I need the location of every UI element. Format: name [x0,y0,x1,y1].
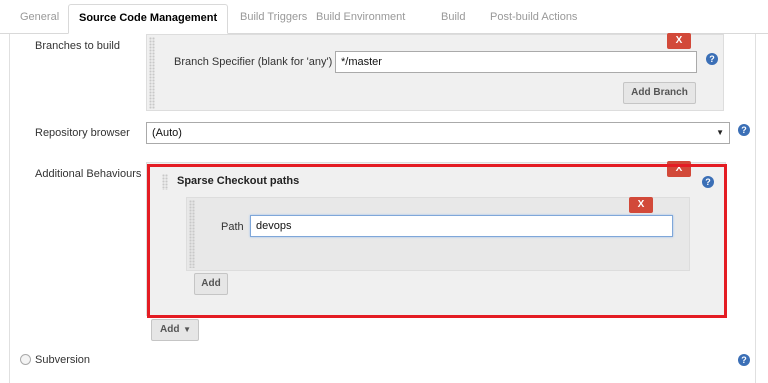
subversion-label: Subversion [35,354,91,366]
help-icon[interactable]: ? [738,354,750,366]
repository-browser-label: Repository browser [35,127,130,139]
subversion-radio[interactable] [20,354,31,365]
additional-behaviours-label: Additional Behaviours [35,168,142,180]
add-behaviour-label: Add [160,324,180,335]
tab-build-triggers[interactable]: Build Triggers [230,4,317,34]
tab-build[interactable]: Build [431,4,475,34]
highlight-frame [147,164,727,318]
branch-specifier-label: Branch Specifier (blank for 'any') [174,56,333,68]
help-icon[interactable]: ? [738,124,750,136]
help-icon[interactable]: ? [706,53,718,65]
chevron-down-icon: ▼ [716,128,724,137]
caret-down-icon: ▼ [183,325,191,334]
delete-branch-button[interactable]: X [667,33,691,49]
tab-bar: General Source Code Management Build Tri… [0,0,768,34]
tab-post-build-actions[interactable]: Post-build Actions [480,4,587,34]
tab-source-code-management[interactable]: Source Code Management [68,4,229,34]
repository-browser-select[interactable]: (Auto) ▼ [146,122,730,144]
tab-build-environment[interactable]: Build Environment [306,4,415,34]
branch-specifier-input[interactable]: */master [335,51,697,73]
drag-handle[interactable] [149,37,155,109]
repository-browser-value: (Auto) [152,127,182,139]
add-branch-button[interactable]: Add Branch [623,82,696,104]
add-behaviour-dropdown[interactable]: Add ▼ [151,319,199,341]
tab-general[interactable]: General [10,4,69,34]
branches-section-label: Branches to build [35,40,120,52]
